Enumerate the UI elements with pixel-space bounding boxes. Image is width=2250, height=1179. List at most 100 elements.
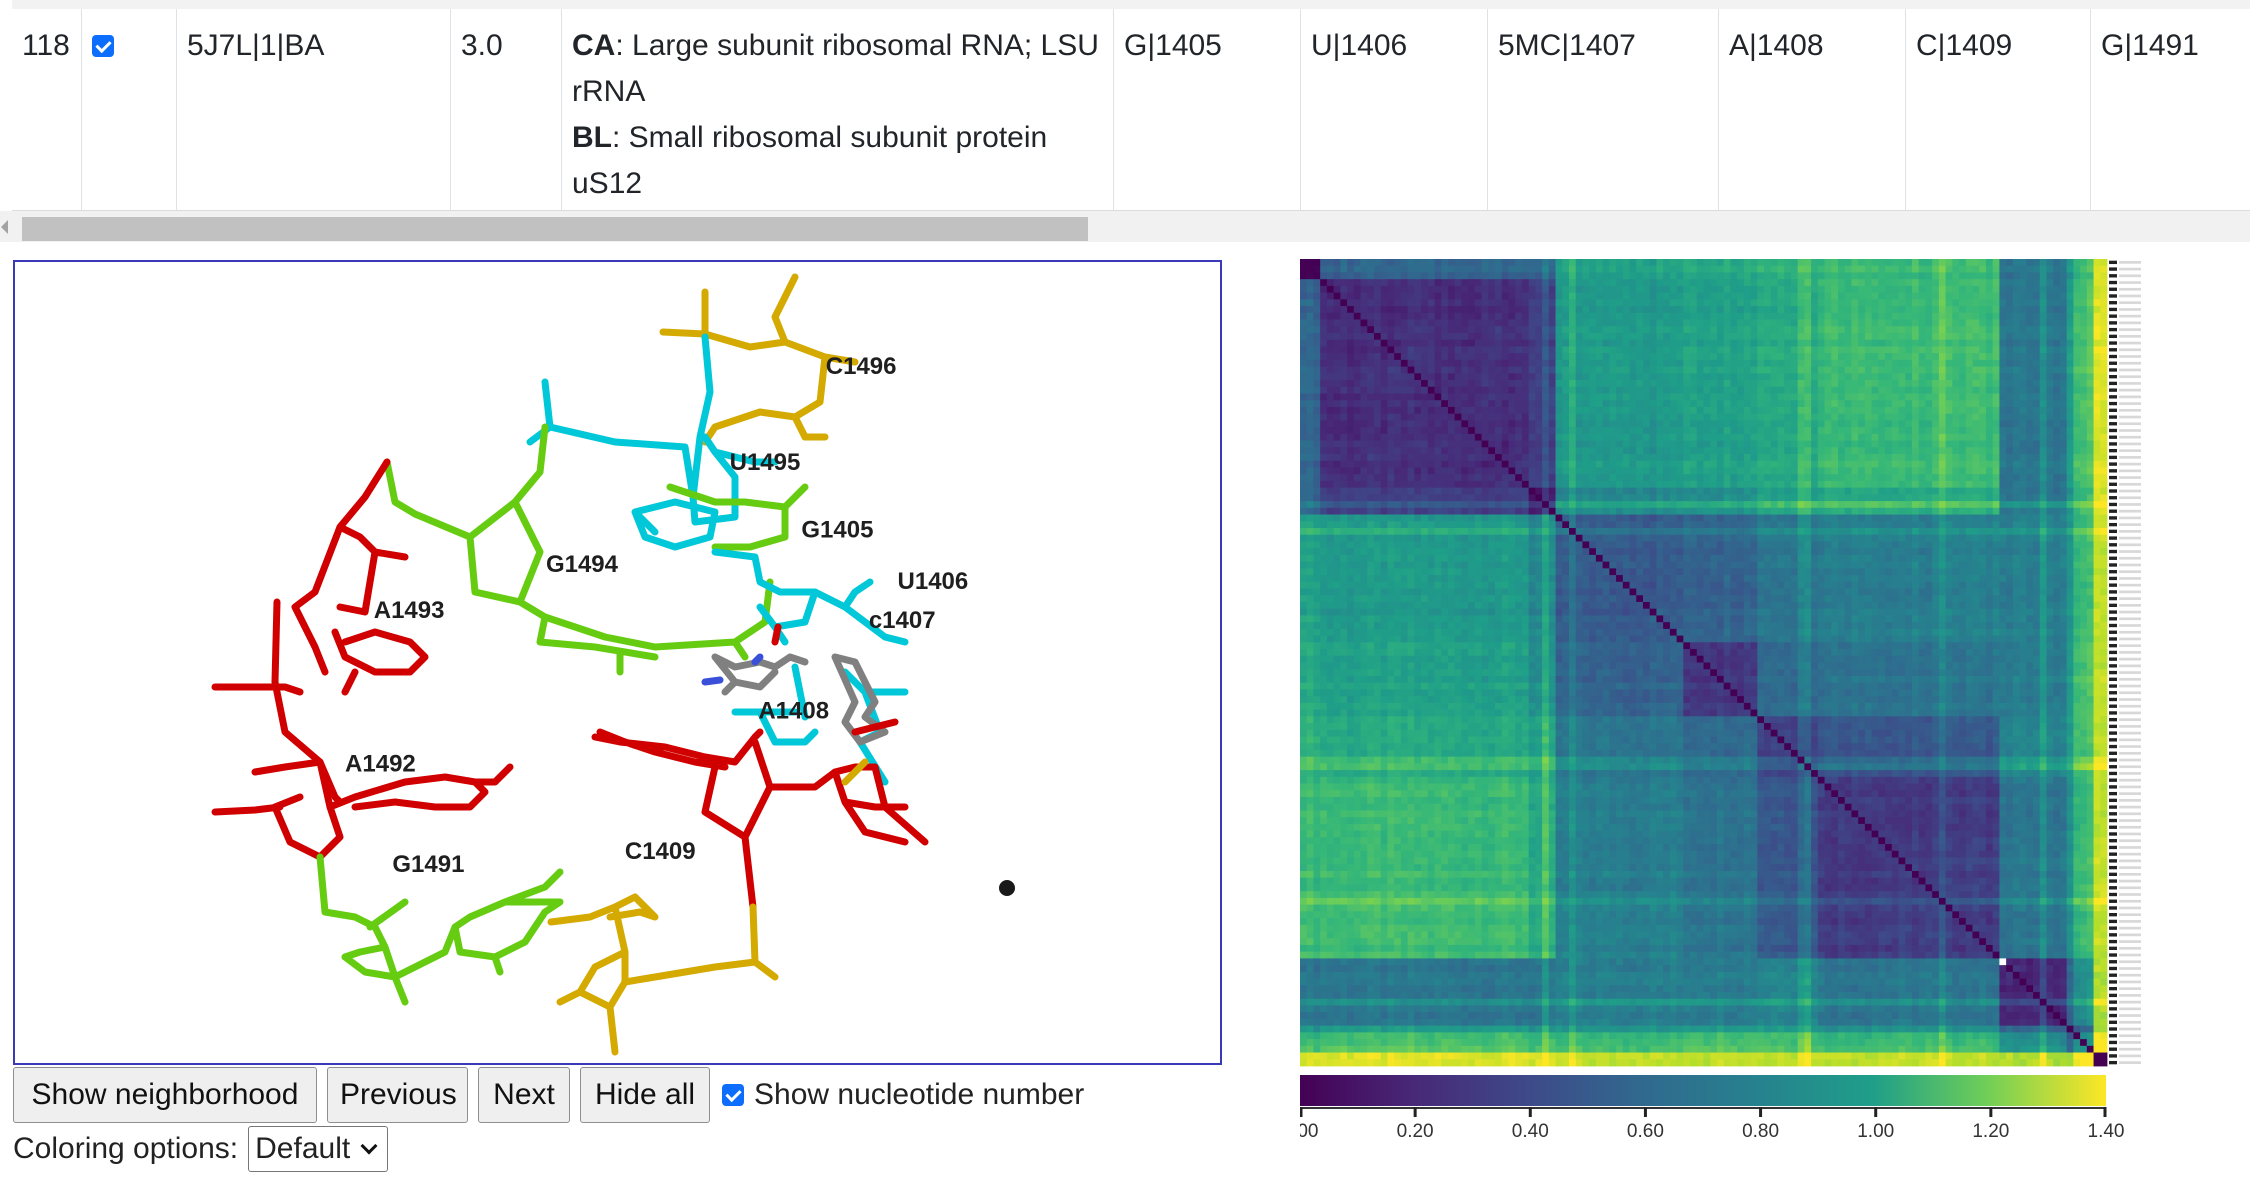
heatmap-cell[interactable] [1757,514,1765,522]
heatmap-cell[interactable] [1488,501,1496,509]
heatmap-cell[interactable] [1548,306,1556,314]
heatmap-cell[interactable] [1871,285,1879,294]
heatmap-cell[interactable] [1750,521,1758,529]
heatmap-cell[interactable] [1757,319,1765,327]
heatmap-cell[interactable] [1562,440,1570,448]
heatmap-cell[interactable] [1938,440,1947,448]
heatmap-cell[interactable] [2012,528,2020,536]
heatmap-cell[interactable] [1400,433,1409,441]
heatmap-cell[interactable] [2080,400,2088,408]
heatmap-cell[interactable] [1300,413,1308,421]
heatmap-cell[interactable] [1333,326,1341,334]
heatmap-cell[interactable] [1945,373,1953,381]
heatmap-cell[interactable] [1642,292,1651,300]
heatmap-cell[interactable] [1421,265,1429,273]
heatmap-cell[interactable] [1838,427,1846,435]
heatmap-cell[interactable] [1575,454,1583,462]
heatmap-cell[interactable] [2019,454,2027,462]
heatmap-cell[interactable] [1676,393,1684,401]
heatmap-cell[interactable] [1300,474,1308,482]
heatmap-cell[interactable] [1380,306,1388,314]
heatmap-cell[interactable] [1595,474,1604,482]
heatmap-cell[interactable] [1851,339,1859,347]
heatmap-cell[interactable] [1508,467,1516,475]
heatmap-cell[interactable] [1723,326,1731,334]
heatmap-cell[interactable] [1595,339,1604,347]
heatmap-cell[interactable] [1716,514,1725,522]
heatmap-cell[interactable] [1764,366,1772,374]
heatmap-cell[interactable] [1649,480,1657,489]
heatmap-cell[interactable] [1696,332,1704,341]
heatmap-cell[interactable] [1353,285,1361,294]
heatmap-cell[interactable] [2033,353,2041,361]
heatmap-cell[interactable] [1764,299,1772,307]
heatmap-cell[interactable] [2039,359,2047,368]
heatmap-cell[interactable] [1575,487,1583,495]
heatmap-cell[interactable] [1434,279,1442,287]
heatmap-cell[interactable] [1340,447,1348,455]
heatmap-cell[interactable] [1797,265,1805,273]
heatmap-cell[interactable] [1562,467,1570,475]
heatmap-cell[interactable] [1992,326,2000,334]
heatmap-cell[interactable] [1461,380,1469,388]
heatmap-cell[interactable] [1474,400,1482,408]
heatmap-cell[interactable] [1770,427,1778,435]
heatmap-cell[interactable] [1333,454,1341,462]
heatmap-cell[interactable] [1609,501,1617,509]
heatmap-cell[interactable] [1952,292,1960,300]
heatmap-cell[interactable] [1716,292,1725,300]
heatmap-cell[interactable] [1965,259,1973,267]
heatmap-cell[interactable] [1730,487,1738,495]
heatmap-cell[interactable] [1622,467,1630,475]
heatmap-cell[interactable] [1676,514,1684,522]
heatmap-cell[interactable] [1609,292,1617,300]
heatmap-cell[interactable] [2026,353,2034,361]
heatmap-cell[interactable] [1777,440,1785,448]
heatmap-cell[interactable] [1642,339,1651,347]
heatmap-cell[interactable] [1831,285,1839,294]
heatmap-cell[interactable] [1777,346,1785,354]
heatmap-cell[interactable] [1629,400,1637,408]
heatmap-cell[interactable] [2019,393,2027,401]
heatmap-cell[interactable] [1716,406,1725,415]
heatmap-cell[interactable] [1454,420,1462,428]
heatmap-cell[interactable] [1616,272,1624,280]
heatmap-cell[interactable] [1999,413,2007,421]
heatmap-cell[interactable] [1407,306,1415,314]
heatmap-cell[interactable] [1905,467,1913,475]
heatmap-cell[interactable] [2086,346,2094,354]
heatmap-cell[interactable] [2093,272,2101,280]
heatmap-cell[interactable] [2039,380,2047,388]
heatmap-cell[interactable] [1582,514,1590,522]
heatmap-cell[interactable] [1582,480,1590,489]
heatmap-cell[interactable] [1743,413,1751,421]
heatmap-cell[interactable] [1306,406,1314,415]
scrollbar-thumb[interactable] [22,217,1088,241]
heatmap-cell[interactable] [1555,312,1563,320]
heatmap-cell[interactable] [1616,346,1624,354]
heatmap-cell[interactable] [1521,433,1530,441]
heatmap-cell[interactable] [1326,380,1335,388]
heatmap-cell[interactable] [1831,521,1839,529]
heatmap-cell[interactable] [1360,454,1368,462]
heatmap-cell[interactable] [1885,440,1893,448]
heatmap-cell[interactable] [1616,380,1624,388]
heatmap-cell[interactable] [1353,433,1361,441]
heatmap-cell[interactable] [1649,299,1657,307]
heatmap-cell[interactable] [1454,480,1462,489]
heatmap-cell[interactable] [1797,433,1805,441]
heatmap-cell[interactable] [1595,433,1604,441]
heatmap-cell[interactable] [1844,306,1852,314]
heatmap-cell[interactable] [1965,480,1973,489]
heatmap-cell[interactable] [1441,521,1449,529]
heatmap-cell[interactable] [1387,265,1395,273]
heatmap-cell[interactable] [1979,494,1987,502]
heatmap-cell[interactable] [1764,494,1772,502]
heatmap-cell[interactable] [2093,386,2101,394]
heatmap-cell[interactable] [1434,480,1442,489]
heatmap-cell[interactable] [1864,521,1873,529]
heatmap-cell[interactable] [1737,393,1745,401]
heatmap-cell[interactable] [1683,514,1691,522]
heatmap-cell[interactable] [1508,406,1516,415]
heatmap-cell[interactable] [1629,447,1637,455]
